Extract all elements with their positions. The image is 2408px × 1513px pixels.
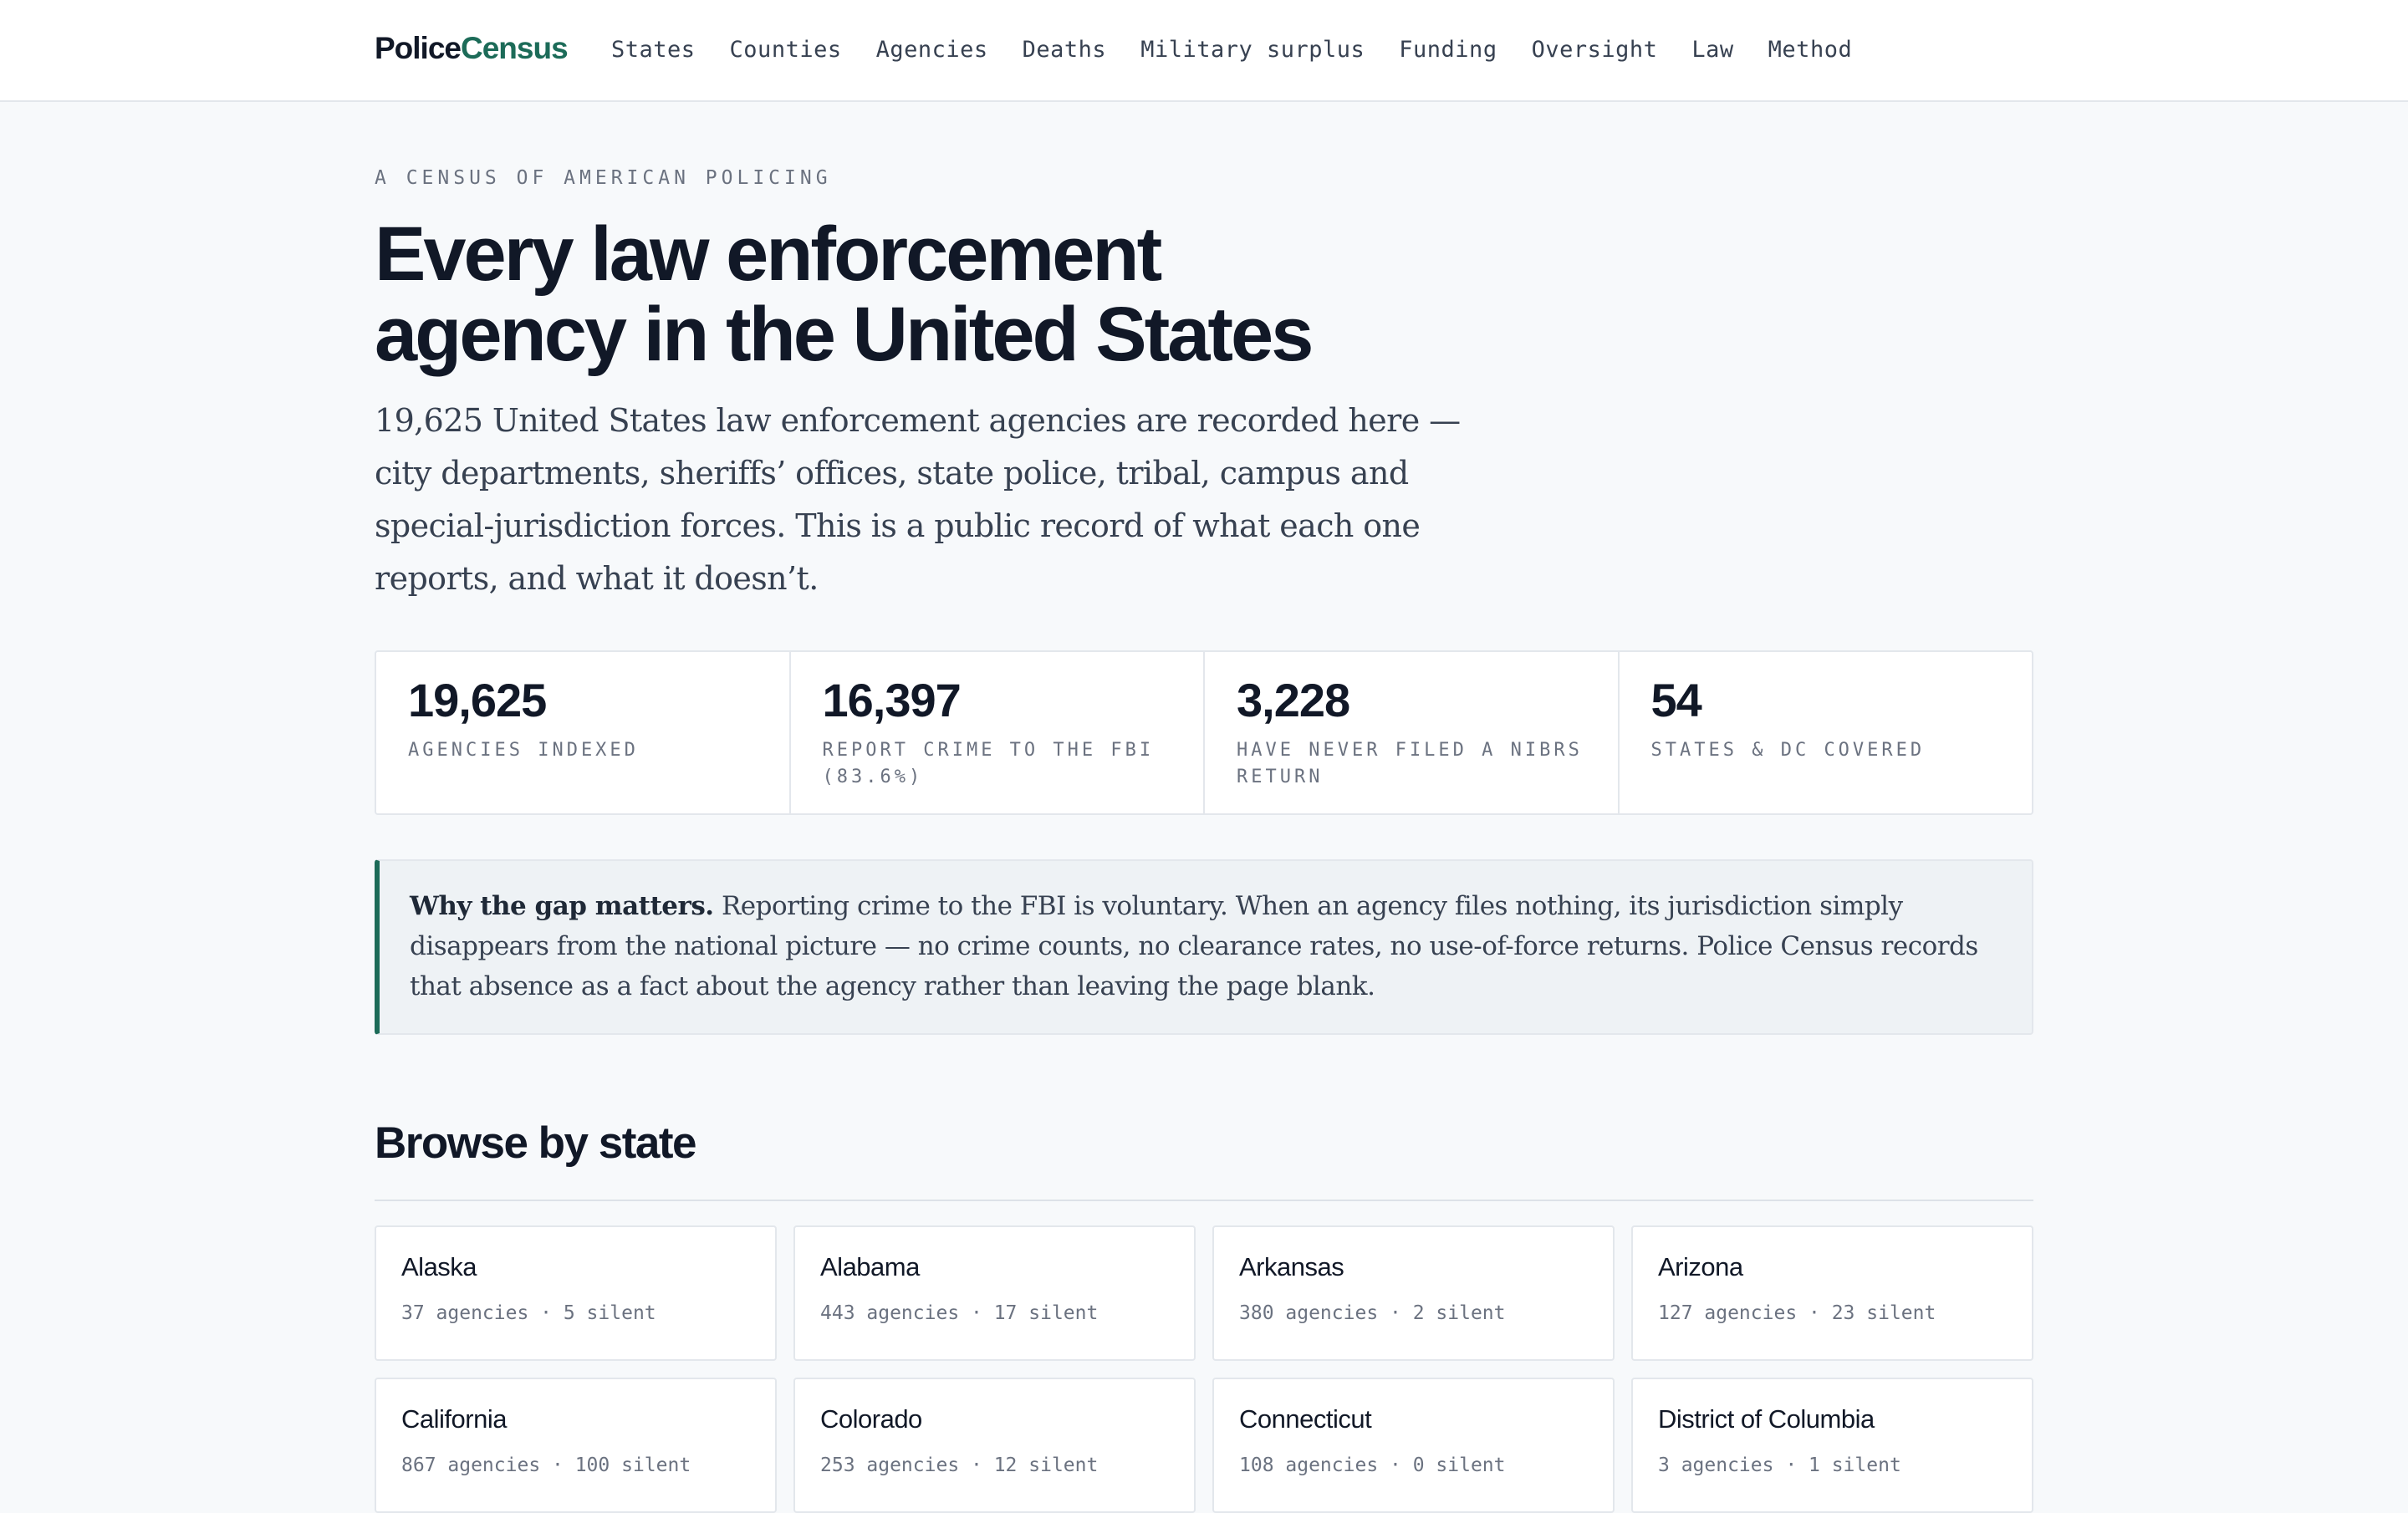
state-card-california[interactable]: California 867 agencies · 100 silent <box>375 1378 777 1513</box>
state-card-arizona[interactable]: Arizona 127 agencies · 23 silent <box>1631 1225 2033 1361</box>
state-grid: Alaska 37 agencies · 5 silent Alabama 44… <box>375 1225 2033 1513</box>
state-card-connecticut[interactable]: Connecticut 108 agencies · 0 silent <box>1212 1378 1615 1513</box>
nav-link-counties[interactable]: Counties <box>730 33 842 67</box>
state-name: Arkansas <box>1239 1252 1344 1281</box>
stat-label: Agencies indexed <box>408 740 639 761</box>
state-meta: 3 agencies · 1 silent <box>1658 1454 1901 1476</box>
stat-agencies-indexed: 19,625 Agencies indexed <box>376 652 791 813</box>
state-name: California <box>401 1404 507 1434</box>
nav-link-law[interactable]: Law <box>1691 33 1733 67</box>
state-meta: 37 agencies · 5 silent <box>401 1302 656 1324</box>
stat-states-covered: 54 States & DC covered <box>1620 652 2033 813</box>
state-name: Colorado <box>820 1404 922 1434</box>
nav-link-oversight[interactable]: Oversight <box>1532 33 1658 67</box>
state-name: Arizona <box>1658 1252 1743 1281</box>
stat-value: 16,397 <box>822 674 962 726</box>
state-card-alabama[interactable]: Alabama 443 agencies · 17 silent <box>793 1225 1196 1361</box>
state-card-district-of-columbia[interactable]: District of Columbia 3 agencies · 1 sile… <box>1631 1378 2033 1513</box>
nav-link-military-surplus[interactable]: Military surplus <box>1140 33 1365 67</box>
logo-police: Police <box>375 31 462 65</box>
browse-heading: Browse by state <box>375 1118 696 1168</box>
stat-label: Have never filed a NIBRS return <box>1237 740 1583 787</box>
stat-never-filed: 3,228 Have never filed a NIBRS return <box>1205 652 1620 813</box>
main-nav: States Counties Agencies Deaths Military… <box>611 33 1886 67</box>
state-meta: 443 agencies · 17 silent <box>820 1302 1099 1324</box>
hero-lede: 19,625 United States law enforcement age… <box>375 402 1461 597</box>
site-logo[interactable]: PoliceCensus <box>375 30 569 67</box>
state-meta: 380 agencies · 2 silent <box>1239 1302 1506 1324</box>
stat-value: 54 <box>1650 674 1702 726</box>
state-meta: 108 agencies · 0 silent <box>1239 1454 1506 1476</box>
title-line-1: Every law enforcement <box>375 211 1162 297</box>
hero-eyebrow: A CENSUS OF AMERICAN POLICING <box>375 167 832 189</box>
state-name: Alabama <box>820 1252 920 1281</box>
section-divider <box>375 1200 2033 1201</box>
stat-value: 19,625 <box>408 674 547 726</box>
state-name: District of Columbia <box>1658 1404 1875 1434</box>
state-meta: 253 agencies · 12 silent <box>820 1454 1099 1476</box>
state-card-alaska[interactable]: Alaska 37 agencies · 5 silent <box>375 1225 777 1361</box>
title-line-2: agency in the United States <box>375 292 1314 377</box>
stats-panel: 19,625 Agencies indexed 16,397 Report cr… <box>375 650 2033 815</box>
state-card-colorado[interactable]: Colorado 253 agencies · 12 silent <box>793 1378 1196 1513</box>
page-title: Every law enforcement agency in the Unite… <box>375 214 1462 374</box>
state-name: Connecticut <box>1239 1404 1372 1434</box>
gap-callout: Why the gap matters. Reporting crime to … <box>375 859 2033 1035</box>
stat-value: 3,228 <box>1237 674 1350 726</box>
nav-link-method[interactable]: Method <box>1768 33 1853 67</box>
top-navigation-bar: PoliceCensus States Counties Agencies De… <box>0 0 2408 102</box>
nav-link-funding[interactable]: Funding <box>1399 33 1497 67</box>
logo-census: Census <box>461 31 569 65</box>
state-name: Alaska <box>401 1252 477 1281</box>
stat-label: States & DC covered <box>1650 740 1926 761</box>
state-meta: 127 agencies · 23 silent <box>1658 1302 1936 1324</box>
state-card-arkansas[interactable]: Arkansas 380 agencies · 2 silent <box>1212 1225 1615 1361</box>
stat-report-to-fbi: 16,397 Report crime to the FBI (83.6%) <box>791 652 1205 813</box>
state-meta: 867 agencies · 100 silent <box>401 1454 691 1476</box>
callout-lead: Why the gap matters. <box>410 891 714 921</box>
nav-link-deaths[interactable]: Deaths <box>1023 33 1107 67</box>
nav-link-states[interactable]: States <box>611 33 696 67</box>
stat-label: Report crime to the FBI (83.6%) <box>822 740 1155 787</box>
nav-link-agencies[interactable]: Agencies <box>876 33 988 67</box>
